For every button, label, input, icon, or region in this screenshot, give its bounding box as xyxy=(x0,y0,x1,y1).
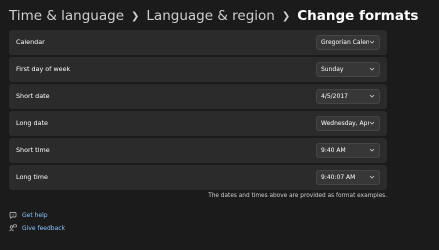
feedback-icon xyxy=(9,224,17,232)
setting-label: First day of week xyxy=(16,65,71,73)
setting-row-long-date: Long date Wednesday, April 5, xyxy=(9,111,387,136)
get-help-link[interactable]: ? Get help xyxy=(9,210,48,220)
dropdown-value: 4/5/2017 xyxy=(321,93,348,100)
setting-label: Short time xyxy=(16,146,50,154)
help-chat-icon: ? xyxy=(9,212,17,219)
give-feedback-label: Give feedback xyxy=(22,224,66,232)
setting-row-long-time: Long time 9:40:07 AM xyxy=(9,165,387,190)
first-day-of-week-dropdown[interactable]: Sunday xyxy=(316,62,380,77)
format-settings-list: Calendar Gregorian Calendar First day of… xyxy=(9,30,387,192)
setting-label: Short date xyxy=(16,92,50,100)
long-time-dropdown[interactable]: 9:40:07 AM xyxy=(316,170,380,185)
setting-row-short-date: Short date 4/5/2017 xyxy=(9,84,387,109)
short-date-dropdown[interactable]: 4/5/2017 xyxy=(316,89,380,104)
svg-text:?: ? xyxy=(12,213,14,217)
get-help-label: Get help xyxy=(22,211,48,219)
calendar-dropdown[interactable]: Gregorian Calendar xyxy=(316,35,380,50)
setting-label: Long date xyxy=(16,119,48,127)
give-feedback-link[interactable]: Give feedback xyxy=(9,223,65,233)
dropdown-value: Sunday xyxy=(321,66,344,73)
dropdown-value: 9:40:07 AM xyxy=(321,174,356,181)
chevron-right-icon: ❯ xyxy=(281,10,291,22)
chevron-right-icon: ❯ xyxy=(131,10,140,22)
dropdown-value: Wednesday, April 5, xyxy=(321,120,369,127)
chevron-down-icon xyxy=(369,94,375,98)
chevron-down-icon xyxy=(369,67,375,71)
chevron-down-icon xyxy=(369,148,375,152)
setting-label: Long time xyxy=(16,173,48,181)
page-title: Change formats xyxy=(297,8,419,24)
chevron-down-icon xyxy=(369,40,375,44)
setting-label: Calendar xyxy=(16,38,45,46)
setting-row-calendar: Calendar Gregorian Calendar xyxy=(9,30,387,55)
dropdown-value: Gregorian Calendar xyxy=(321,39,369,46)
dropdown-value: 9:40 AM xyxy=(321,147,346,154)
breadcrumb: Time & language ❯ Language & region ❯ Ch… xyxy=(9,6,418,26)
format-examples-note: The dates and times above are provided a… xyxy=(208,193,387,199)
short-time-dropdown[interactable]: 9:40 AM xyxy=(316,143,380,158)
chevron-down-icon xyxy=(369,121,375,125)
breadcrumb-language-region[interactable]: Language & region xyxy=(146,8,274,24)
setting-row-first-day-of-week: First day of week Sunday xyxy=(9,57,387,82)
breadcrumb-time-language[interactable]: Time & language xyxy=(9,8,124,24)
chevron-down-icon xyxy=(369,175,375,179)
long-date-dropdown[interactable]: Wednesday, April 5, xyxy=(316,116,380,131)
setting-row-short-time: Short time 9:40 AM xyxy=(9,138,387,163)
